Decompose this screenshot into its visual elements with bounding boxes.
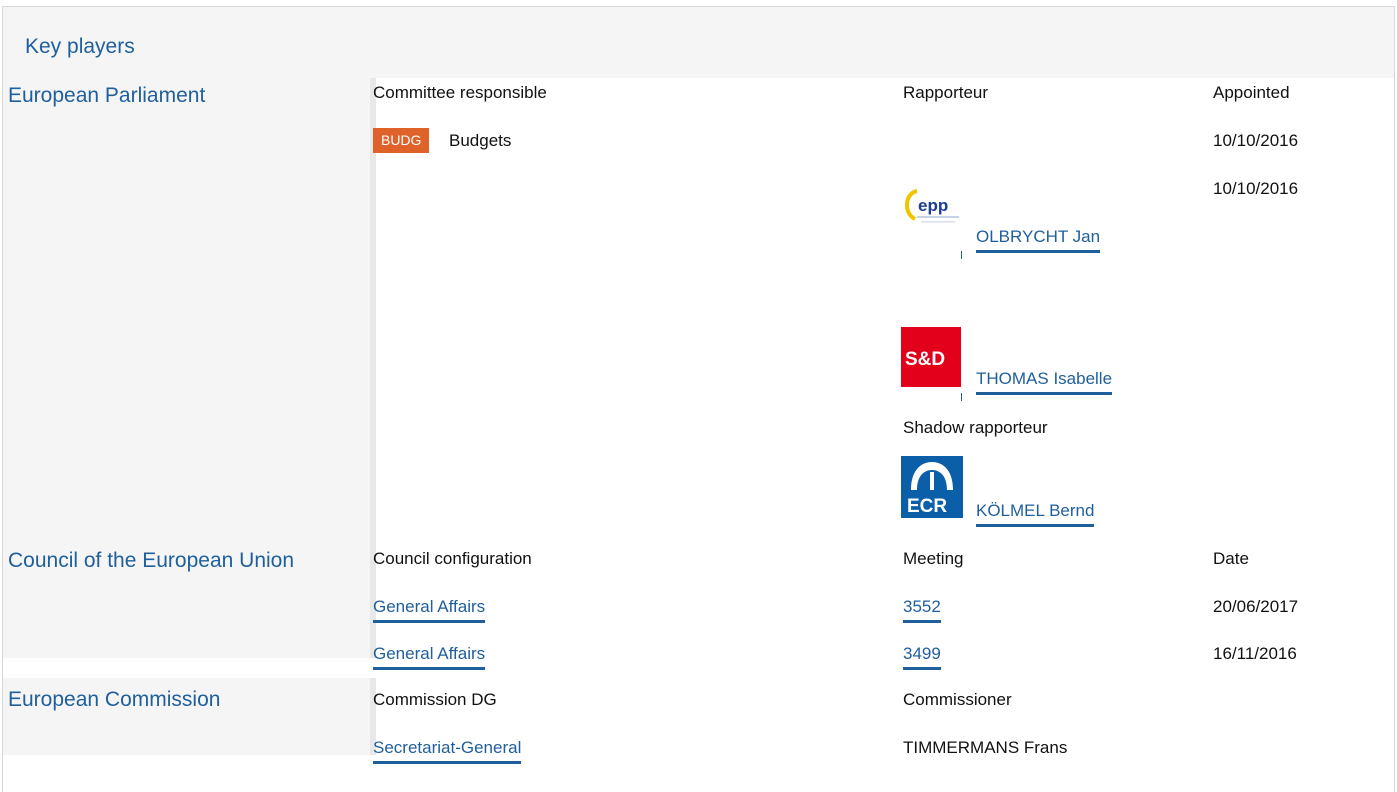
svg-text:S&D: S&D — [905, 349, 945, 370]
col-rapporteur: Rapporteur — [903, 83, 989, 102]
panel-title: Key players — [25, 35, 135, 58]
council-config-link-1[interactable]: General Affairs — [373, 597, 486, 623]
sd-logo-icon: S&D — [901, 327, 961, 387]
col-committee-responsible: Committee responsible — [373, 83, 547, 102]
col-appointed: Appointed — [1213, 83, 1290, 102]
meeting-date-1: 20/06/2017 — [1213, 597, 1299, 616]
svg-text:ECR: ECR — [907, 496, 947, 517]
parliament-title: European Parliament — [8, 84, 206, 107]
commission-dg-link[interactable]: Secretariat-General — [373, 738, 522, 764]
col-meeting: Meeting — [903, 549, 964, 568]
appointed-date-2: 10/10/2016 — [1213, 179, 1299, 198]
link-marker — [961, 251, 962, 259]
panel-header: Key players — [3, 7, 1394, 78]
parliament-label-cell: European Parliament — [3, 78, 370, 533]
epp-logo-icon: epp — [901, 183, 963, 245]
ecr-logo-icon: ECR — [901, 456, 963, 518]
col-commissioner: Commissioner — [903, 690, 1012, 709]
meeting-date-2: 16/11/2016 — [1213, 644, 1297, 663]
col-council-configuration: Council configuration — [373, 549, 532, 568]
council-label-cell: Council of the European Union — [3, 533, 370, 658]
key-players-panel: Key players European Parliament Committe… — [2, 6, 1395, 792]
meeting-link-2[interactable]: 3499 — [903, 644, 941, 670]
appointed-date-1: 10/10/2016 — [1213, 131, 1299, 150]
rapporteur-link-thomas[interactable]: THOMAS Isabelle — [976, 369, 1113, 395]
council-config-link-2[interactable]: General Affairs — [373, 644, 486, 670]
link-marker — [961, 393, 962, 401]
rapporteur-link-olbrycht[interactable]: OLBRYCHT Jan — [976, 227, 1101, 253]
council-title: Council of the European Union — [8, 549, 295, 572]
committee-badge[interactable]: BUDG — [373, 128, 430, 153]
svg-text:epp: epp — [918, 196, 948, 215]
meeting-link-1[interactable]: 3552 — [903, 597, 941, 623]
shadow-rapporteur-label: Shadow rapporteur — [903, 418, 1048, 437]
col-date: Date — [1213, 549, 1249, 568]
commission-label-cell: European Commission — [3, 678, 370, 755]
commission-title: European Commission — [8, 688, 221, 711]
committee-name: Budgets — [449, 131, 512, 150]
col-commission-dg: Commission DG — [373, 690, 497, 709]
commissioner-name: TIMMERMANS Frans — [903, 738, 1068, 757]
shadow-link-kolmel[interactable]: KÖLMEL Bernd — [976, 501, 1095, 527]
